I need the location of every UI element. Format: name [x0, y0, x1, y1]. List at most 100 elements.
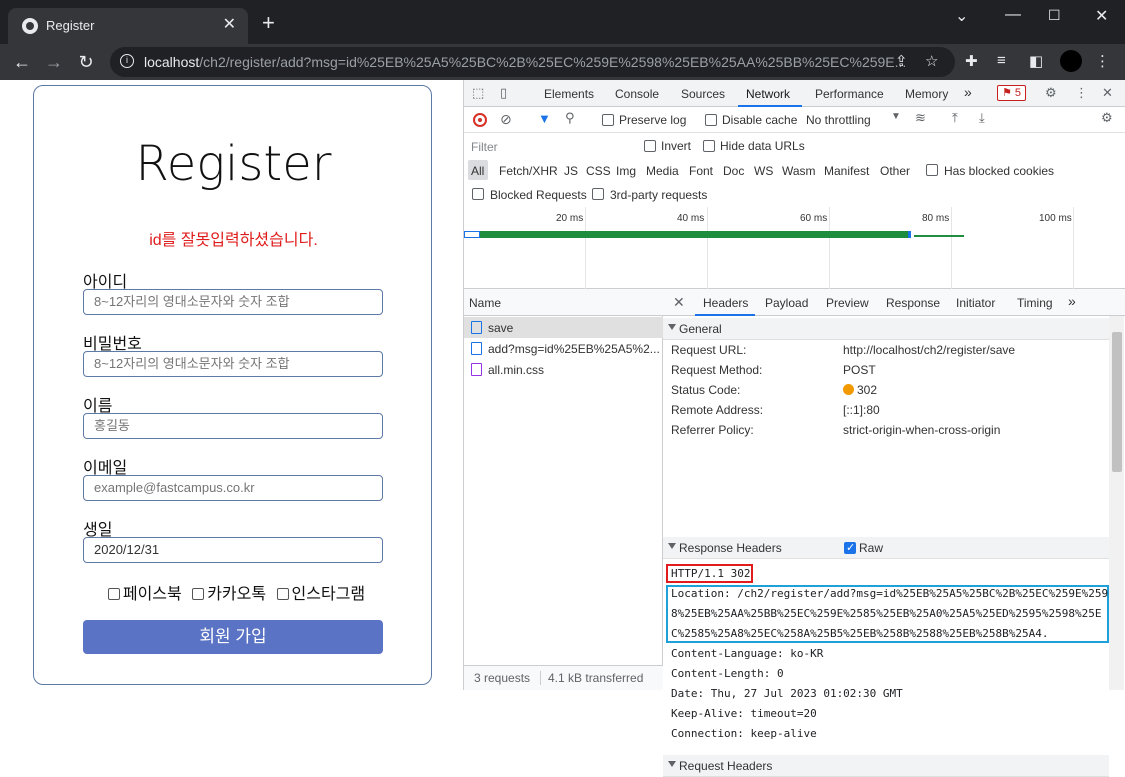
filter-wasm[interactable]: Wasm [782, 164, 816, 178]
password-input[interactable]: 8~12자리의 영대소문자와 숫자 조합 [83, 351, 383, 377]
error-badge[interactable]: ⚑ 5 [997, 85, 1027, 101]
browser-tab[interactable]: Register ✕ [8, 8, 248, 44]
menu-icon[interactable]: ⋮ [1095, 52, 1110, 70]
tab-timing[interactable]: Timing [1017, 296, 1053, 310]
filter-js[interactable]: JS [564, 164, 578, 178]
timeline-bar-end [908, 231, 911, 238]
kebab-menu-icon[interactable]: ⋮ [1075, 85, 1088, 101]
chevron-down-icon[interactable]: ⌄ [955, 6, 968, 26]
info-icon[interactable]: i [120, 54, 134, 68]
gear-icon[interactable]: ⚙ [1045, 85, 1057, 101]
request-headers-section-header[interactable]: Request Headers [663, 755, 1109, 777]
clear-icon[interactable]: ⊘ [500, 111, 512, 128]
tab-preview[interactable]: Preview [826, 296, 869, 310]
filter-icon[interactable]: ▼ [538, 111, 551, 126]
third-party-checkbox[interactable] [592, 188, 604, 200]
share-icon[interactable]: ⇪ [895, 52, 908, 70]
back-button[interactable]: ← [10, 50, 34, 74]
request-row[interactable]: save [464, 317, 663, 338]
throttling-select[interactable]: No throttling [806, 113, 871, 127]
disable-cache-checkbox[interactable] [705, 114, 717, 126]
tab-initiator[interactable]: Initiator [956, 296, 995, 310]
filter-img[interactable]: Img [616, 164, 636, 178]
more-detail-tabs-icon[interactable]: » [1068, 293, 1076, 309]
caret-down-icon[interactable]: ▼ [891, 111, 901, 122]
page-title: Register [135, 136, 332, 192]
birthday-input[interactable]: 2020/12/31 [83, 537, 383, 563]
id-input[interactable]: 8~12자리의 영대소문자와 숫자 조합 [83, 289, 383, 315]
close-detail-icon[interactable]: ✕ [673, 294, 685, 311]
tab-payload[interactable]: Payload [765, 296, 808, 310]
name-input[interactable]: 홍길동 [83, 413, 383, 439]
network-conditions-icon[interactable]: ≋ [915, 110, 926, 126]
detail-scrollbar[interactable] [1109, 316, 1124, 690]
register-submit-button[interactable]: 회원 가입 [83, 620, 383, 654]
filter-manifest[interactable]: Manifest [824, 164, 869, 178]
tab-close-button[interactable]: ✕ [223, 16, 236, 34]
filter-ws[interactable]: WS [754, 164, 773, 178]
facebook-checkbox[interactable] [107, 588, 120, 600]
tab-memory[interactable]: Memory [905, 87, 948, 101]
search-icon[interactable]: ⚲ [565, 110, 575, 126]
network-settings-icon[interactable]: ⚙ [1101, 110, 1113, 126]
blocked-requests-checkbox[interactable] [472, 188, 484, 200]
raw-header-line: Connection: keep-alive [671, 727, 817, 740]
url-text[interactable]: localhost/ch2/register/add?msg=id%25EB%2… [144, 54, 906, 70]
timeline-tick-label: 20 ms [556, 213, 584, 224]
tab-console[interactable]: Console [615, 87, 659, 101]
expand-triangle-icon [668, 543, 676, 549]
scrollbar-thumb[interactable] [1112, 332, 1122, 472]
download-icon[interactable]: ⤓ [979, 110, 985, 126]
general-section-header[interactable]: General [663, 318, 1109, 340]
name-column-header[interactable]: Name [469, 296, 501, 310]
minimize-button[interactable]: — [1005, 6, 1021, 24]
email-input[interactable]: example@fastcampus.co.kr [83, 475, 383, 501]
more-tabs-icon[interactable]: » [964, 84, 972, 100]
register-card: Register id를 잘못입력하셨습니다. 아이디 8~12자리의 영대소문… [33, 85, 432, 685]
stylesheet-icon [471, 363, 482, 376]
upload-icon[interactable]: ⤒ [952, 110, 958, 126]
invert-label: Invert [661, 139, 692, 153]
media-icon[interactable]: ≡ [997, 52, 1006, 69]
filter-other[interactable]: Other [880, 164, 910, 178]
close-window-button[interactable]: ✕ [1095, 6, 1108, 26]
avatar[interactable] [1060, 50, 1082, 72]
filter-doc[interactable]: Doc [723, 164, 744, 178]
transferred-size: 4.1 kB transferred [548, 671, 644, 685]
tab-response[interactable]: Response [886, 296, 940, 310]
reload-button[interactable]: ↻ [74, 50, 98, 74]
hide-data-urls-checkbox[interactable] [703, 140, 715, 152]
record-icon[interactable] [473, 113, 487, 127]
inspect-icon[interactable]: ⬚ [472, 85, 484, 101]
side-panel-icon[interactable]: ◧ [1029, 52, 1043, 70]
star-icon[interactable]: ☆ [925, 52, 938, 70]
tab-elements[interactable]: Elements [544, 87, 594, 101]
network-timeline[interactable]: 20 ms 40 ms 60 ms 80 ms 100 ms [464, 207, 1125, 289]
filter-css[interactable]: CSS [586, 164, 611, 178]
invert-checkbox[interactable] [644, 140, 656, 152]
filter-font[interactable]: Font [689, 164, 713, 178]
response-headers-section-header[interactable]: Response Headers Raw [663, 537, 1109, 559]
preserve-log-checkbox[interactable] [602, 114, 614, 126]
filter-input[interactable]: Filter [471, 140, 498, 154]
new-tab-button[interactable]: + [262, 12, 275, 34]
tab-sources[interactable]: Sources [681, 87, 725, 101]
forward-button[interactable]: → [42, 50, 66, 74]
request-row[interactable]: add?msg=id%25EB%25A5%2... [464, 338, 663, 359]
filter-all[interactable]: All [471, 164, 484, 178]
tab-performance[interactable]: Performance [815, 87, 884, 101]
request-row[interactable]: all.min.css [464, 359, 663, 380]
extensions-icon[interactable]: ✚ [965, 52, 978, 70]
kakaotalk-checkbox[interactable] [192, 588, 205, 600]
instagram-checkbox[interactable] [276, 588, 289, 600]
filter-fetch-xhr[interactable]: Fetch/XHR [499, 164, 558, 178]
maximize-button[interactable]: ☐ [1048, 7, 1061, 24]
tab-network[interactable]: Network [746, 87, 790, 101]
raw-checkbox[interactable] [844, 541, 856, 554]
close-icon[interactable]: ✕ [1102, 85, 1113, 101]
filter-media[interactable]: Media [646, 164, 679, 178]
address-bar[interactable]: i localhost/ch2/register/add?msg=id%25EB… [110, 47, 955, 77]
device-toolbar-icon[interactable]: ▯ [500, 85, 507, 101]
tab-headers[interactable]: Headers [703, 296, 748, 310]
has-blocked-cookies-checkbox[interactable] [926, 164, 938, 176]
